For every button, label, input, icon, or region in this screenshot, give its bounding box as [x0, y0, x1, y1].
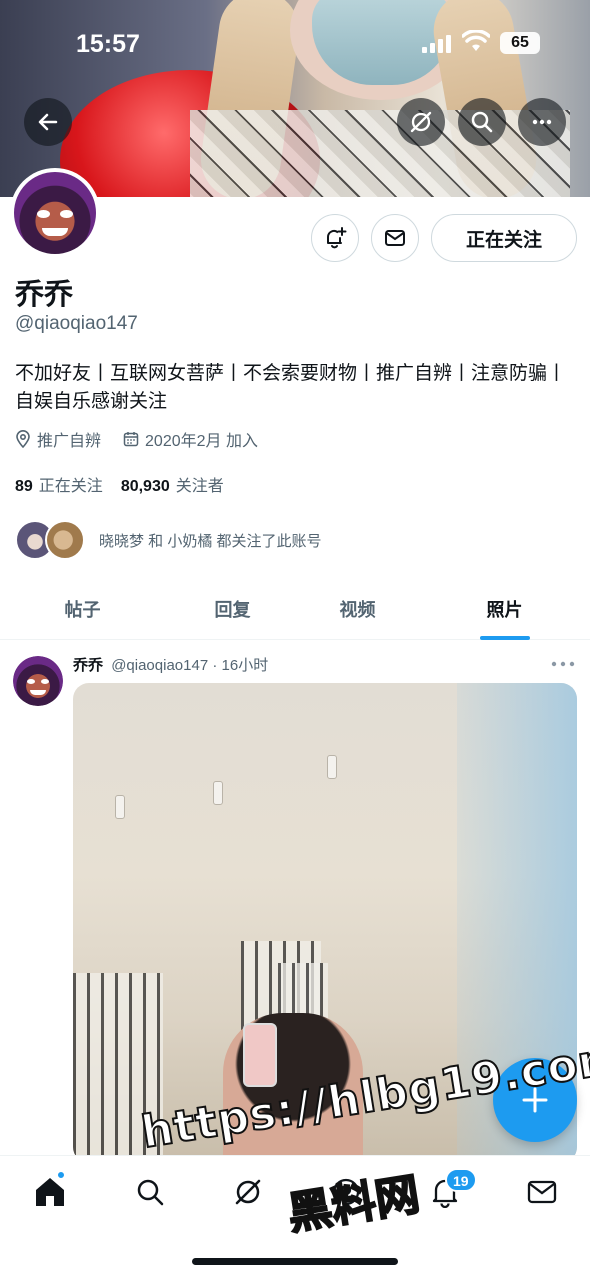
photo-phone — [243, 1023, 277, 1087]
nav-messages[interactable] — [522, 1172, 562, 1212]
bell-plus-icon — [326, 227, 347, 249]
mutual-followers[interactable]: 晓晓梦 和 小奶橘 都关注了此账号 — [15, 520, 322, 560]
post-author[interactable]: 乔乔 — [73, 657, 103, 674]
active-tab-indicator — [479, 636, 530, 640]
post-handle[interactable]: @qiaoqiao147 — [111, 657, 208, 674]
profile-meta: 推广自辨 2020年2月 加入 — [15, 427, 258, 451]
nav-home[interactable] — [30, 1170, 70, 1212]
nav-search[interactable] — [130, 1172, 170, 1212]
post-time: · 16小时 — [212, 657, 269, 674]
notifications-badge: 19 — [445, 1168, 477, 1192]
envelope-icon — [527, 1180, 557, 1204]
calendar-icon — [123, 432, 139, 447]
location-pin-icon — [16, 430, 30, 448]
following-label: 正在关注 — [38, 478, 103, 495]
envelope-icon — [385, 230, 405, 246]
banner-shirt — [190, 110, 570, 197]
location: 推广自辨 — [15, 427, 101, 451]
following-button[interactable]: 正在关注 — [431, 214, 577, 262]
profile-tabs: 帖子 回复 视频 照片 — [0, 578, 590, 640]
tab-posts[interactable]: 帖子 — [10, 578, 155, 640]
more-icon — [532, 119, 552, 125]
join-date: 2020年2月 加入 — [123, 427, 258, 451]
avatar-image — [14, 172, 96, 254]
battery-icon: 65 — [500, 32, 540, 54]
following-count: 89 — [15, 478, 33, 495]
post-more-icon[interactable] — [550, 656, 576, 672]
followers-link[interactable]: 80,930 关注者 — [121, 472, 224, 496]
search-icon — [471, 111, 493, 133]
back-button[interactable] — [24, 98, 72, 146]
location-text: 推广自辨 — [37, 433, 102, 450]
photo-lamp — [115, 795, 125, 819]
home-icon — [36, 1178, 64, 1206]
grok-icon — [235, 1179, 261, 1205]
nav-notifications[interactable]: 19 — [425, 1168, 477, 1212]
photo-lamp — [327, 755, 337, 779]
followers-count: 80,930 — [120, 478, 170, 495]
home-new-dot — [56, 1170, 66, 1180]
display-name: 乔乔 — [15, 279, 74, 311]
search-button[interactable] — [458, 98, 506, 146]
user-handle: @qiaoqiao147 — [15, 313, 138, 334]
tab-photos[interactable]: 照片 — [432, 578, 577, 640]
follow-counts: 89 正在关注 80,930 关注者 — [15, 472, 224, 496]
mutual-avatar — [45, 520, 85, 560]
photo-lamp — [213, 781, 223, 805]
wifi-icon — [462, 30, 490, 51]
status-time: 15:57 — [76, 30, 140, 58]
mutual-followers-text: 晓晓梦 和 小奶橘 都关注了此账号 — [99, 532, 322, 550]
notify-button[interactable] — [311, 214, 359, 262]
search-icon — [137, 1179, 164, 1206]
home-indicator — [192, 1258, 398, 1265]
post-avatar[interactable] — [13, 656, 63, 706]
tab-label: 视频 — [339, 600, 376, 620]
nav-grok[interactable] — [228, 1172, 268, 1212]
grok-button[interactable] — [397, 98, 445, 146]
tab-label: 帖子 — [64, 600, 101, 620]
profile-bio: 不加好友丨互联网女菩萨丨不会索要财物丨推广自辨丨注意防骗丨自娱自乐感谢关注 — [15, 363, 567, 412]
avatar-image — [13, 656, 63, 706]
cellular-signal-icon — [422, 33, 451, 53]
tab-label: 照片 — [486, 600, 523, 620]
join-date-text: 2020年2月 加入 — [145, 433, 258, 450]
tab-videos[interactable]: 视频 — [285, 578, 430, 640]
back-arrow-icon — [38, 113, 58, 131]
grok-icon — [410, 111, 432, 133]
followers-label: 关注者 — [175, 478, 224, 495]
profile-avatar[interactable] — [10, 168, 100, 258]
tab-replies[interactable]: 回复 — [160, 578, 305, 640]
status-bar: 15:57 65 — [0, 0, 590, 88]
following-link[interactable]: 89 正在关注 — [15, 472, 103, 496]
post-header: 乔乔 @qiaoqiao147 · 16小时 — [73, 654, 268, 675]
more-options-button[interactable] — [518, 98, 566, 146]
tab-label: 回复 — [214, 600, 251, 620]
message-button[interactable] — [371, 214, 419, 262]
